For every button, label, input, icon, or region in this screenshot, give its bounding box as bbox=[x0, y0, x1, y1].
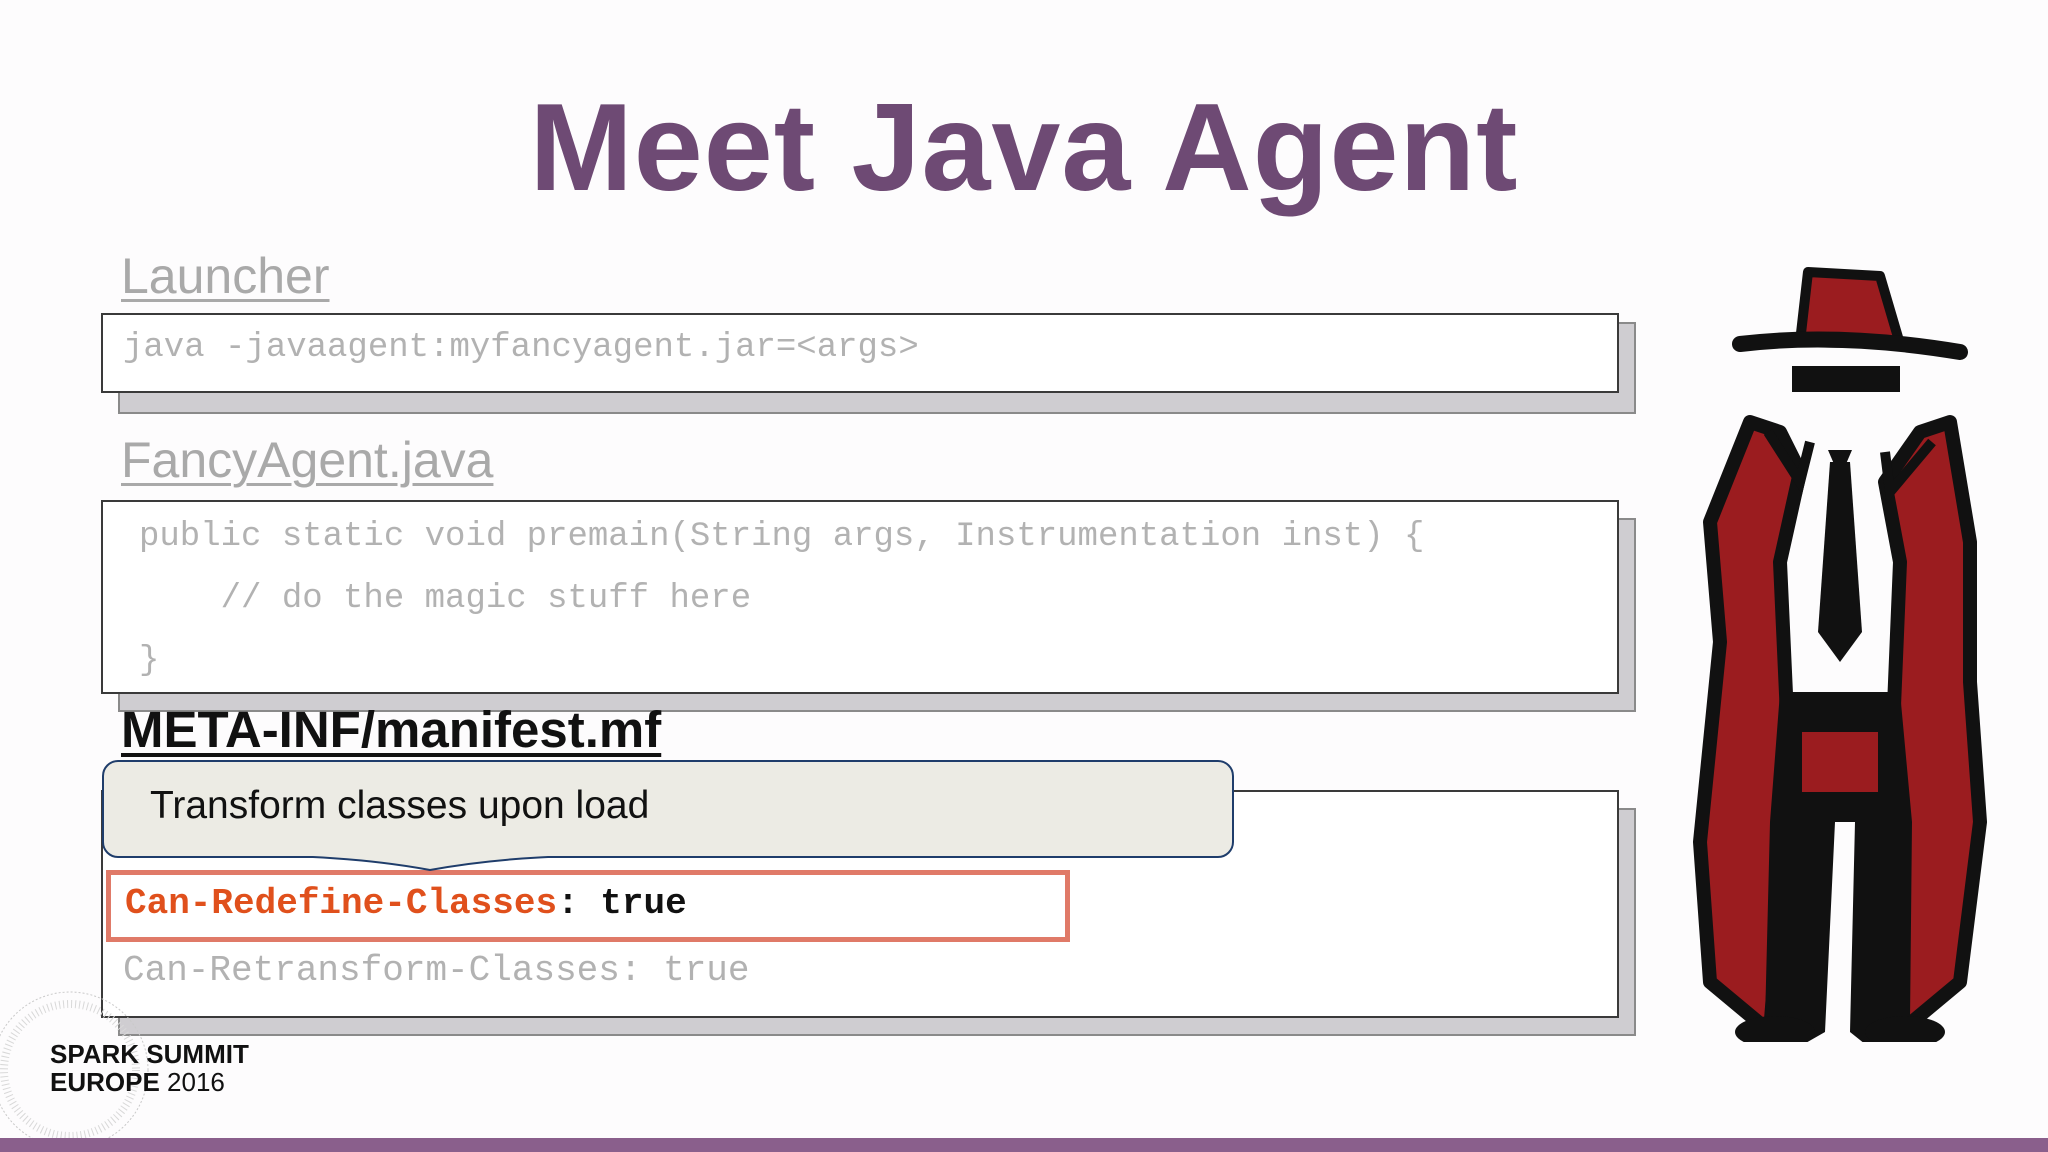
manifest-value: true bbox=[600, 883, 687, 924]
slide-title: Meet Java Agent bbox=[529, 79, 1519, 217]
code-line-3: } bbox=[139, 642, 160, 680]
manifest-highlight-box: Can-Redefine-Classes: true bbox=[106, 870, 1070, 942]
manifest-separator: : bbox=[557, 883, 601, 924]
manifest-highlight-line: Can-Redefine-Classes: true bbox=[125, 883, 687, 924]
callout-text: Transform classes upon load bbox=[150, 784, 650, 827]
launcher-label: Launcher bbox=[121, 248, 330, 304]
spy-agent-icon bbox=[1693, 267, 1987, 1042]
agent-code-box: public static void premain(String args, … bbox=[101, 500, 1619, 694]
logo-year: 2016 bbox=[167, 1067, 225, 1097]
launcher-code-box: java -javaagent:myfancyagent.jar=<args> bbox=[101, 313, 1619, 393]
callout-bubble: Transform classes upon load bbox=[102, 760, 1234, 858]
launcher-code: java -javaagent:myfancyagent.jar=<args> bbox=[123, 329, 919, 367]
code-line-1: public static void premain(String args, … bbox=[139, 518, 1425, 556]
callout-tail bbox=[285, 854, 576, 872]
spark-summit-logo: SPARK SUMMIT EUROPE 2016 bbox=[0, 970, 270, 1138]
manifest-key: Can-Redefine-Classes bbox=[125, 883, 558, 924]
logo-line-1: SPARK SUMMIT bbox=[50, 1039, 249, 1069]
footer-bar bbox=[0, 1138, 2048, 1152]
agent-file-label: FancyAgent.java bbox=[121, 432, 494, 488]
logo-line-2-wrap: EUROPE 2016 bbox=[50, 1068, 225, 1096]
logo-line-2: EUROPE bbox=[50, 1067, 160, 1097]
code-line-2: // do the magic stuff here bbox=[139, 580, 752, 618]
manifest-label: META-INF/manifest.mf bbox=[121, 701, 662, 758]
